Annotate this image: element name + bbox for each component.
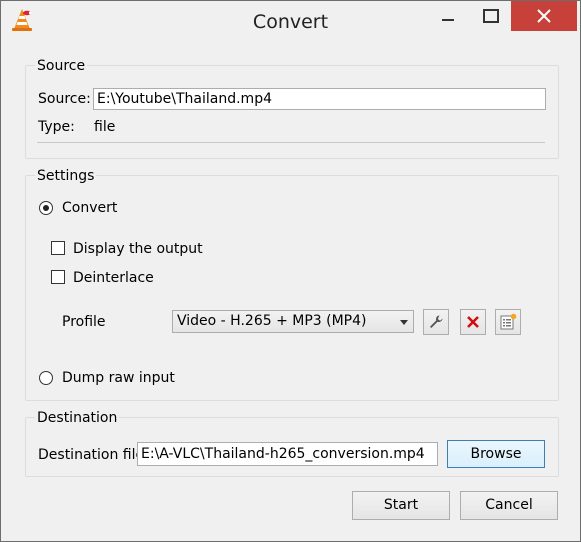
destination-file-label: Destination file:	[38, 447, 149, 463]
new-profile-button[interactable]	[495, 309, 521, 335]
source-group-title: Source	[35, 58, 88, 74]
deinterlace-label[interactable]: Deinterlace	[73, 270, 154, 286]
dump-raw-label[interactable]: Dump raw input	[62, 370, 175, 386]
source-separator	[37, 142, 545, 143]
title-bar[interactable]: Convert	[1, 1, 580, 45]
display-output-label[interactable]: Display the output	[73, 241, 203, 257]
source-group	[25, 65, 559, 159]
display-output-checkbox[interactable]	[51, 241, 65, 255]
type-label: Type:	[38, 119, 75, 135]
maximize-button[interactable]	[476, 1, 506, 31]
source-label: Source:	[38, 91, 91, 107]
convert-radio[interactable]	[39, 201, 53, 215]
destination-group-title: Destination	[35, 410, 120, 426]
dump-raw-radio[interactable]	[39, 371, 53, 385]
close-button[interactable]	[511, 1, 577, 31]
convert-radio-label[interactable]: Convert	[62, 200, 117, 216]
red-x-icon	[467, 316, 479, 328]
minimize-button[interactable]	[433, 1, 463, 31]
cancel-button[interactable]: Cancel	[460, 491, 558, 520]
profile-selected-value: Video - H.265 + MP3 (MP4)	[177, 313, 367, 329]
source-input[interactable]	[93, 88, 546, 110]
wrench-icon	[430, 315, 443, 328]
profile-label: Profile	[62, 314, 106, 330]
destination-file-input[interactable]	[137, 442, 438, 466]
convert-dialog: Convert Source Source: Type: file Settin…	[0, 0, 581, 542]
settings-group-title: Settings	[35, 168, 97, 184]
profile-dropdown[interactable]: Video - H.265 + MP3 (MP4)	[172, 310, 414, 333]
type-value: file	[94, 119, 116, 135]
maximize-icon	[483, 9, 499, 23]
close-icon	[537, 9, 551, 23]
browse-button[interactable]: Browse	[447, 440, 545, 468]
edit-profile-button[interactable]	[423, 309, 449, 335]
minimize-icon	[442, 19, 454, 21]
chevron-down-icon	[400, 320, 408, 325]
start-button[interactable]: Start	[352, 491, 450, 520]
deinterlace-checkbox[interactable]	[51, 270, 65, 284]
delete-profile-button[interactable]	[460, 309, 486, 335]
new-profile-icon	[500, 313, 517, 330]
